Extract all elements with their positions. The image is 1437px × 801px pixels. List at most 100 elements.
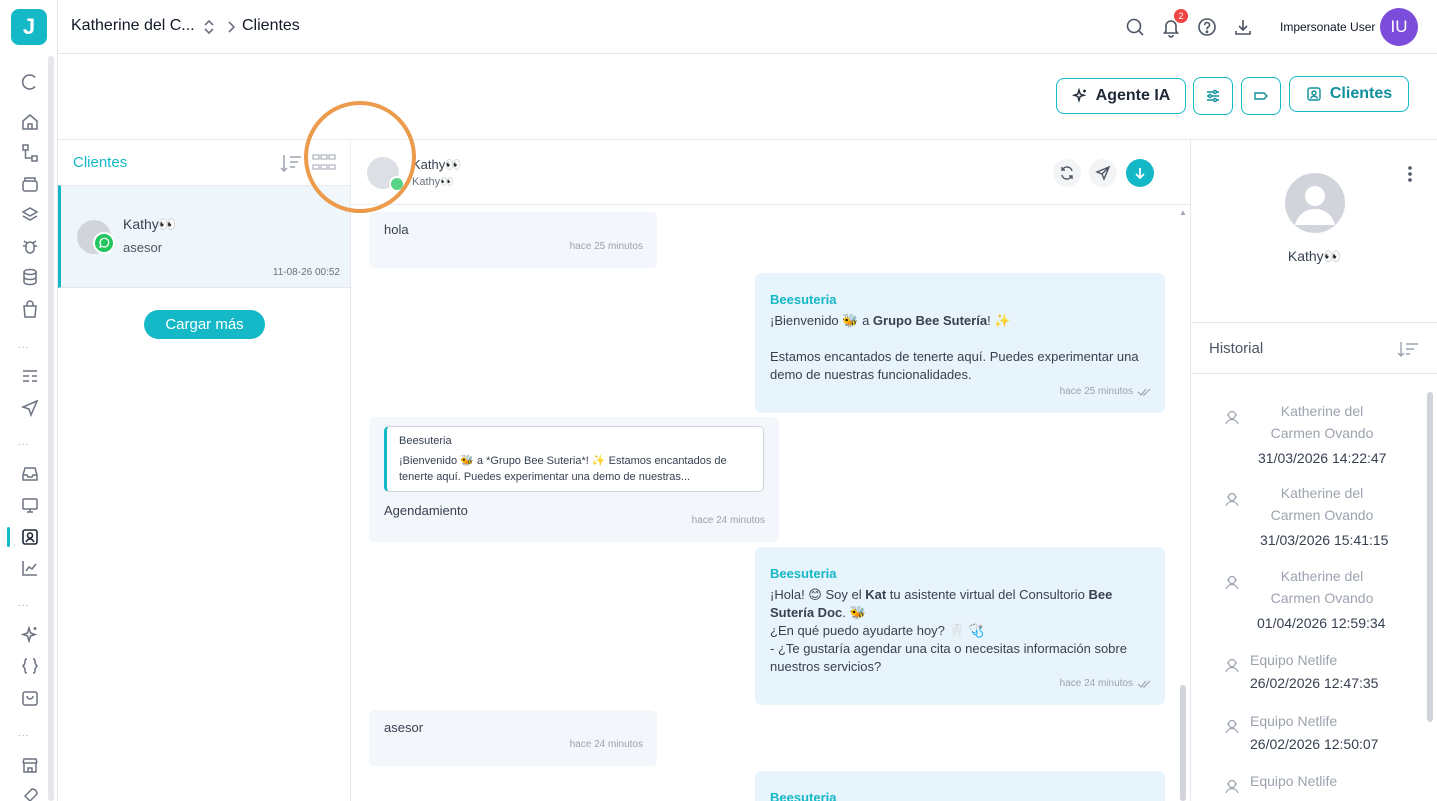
contact-avatar-large: [1285, 173, 1345, 233]
history-header: Historial: [1191, 322, 1437, 374]
user-avatar[interactable]: IU: [1380, 8, 1418, 46]
history-date: 01/04/2026 12:59:34: [1257, 615, 1386, 631]
load-more-button[interactable]: Cargar más: [144, 310, 265, 339]
contacts-icon: [1307, 87, 1321, 101]
history-agent-name: Equipo Netlife: [1250, 652, 1338, 668]
message-text: hola: [384, 222, 409, 237]
whatsapp-icon: [93, 232, 115, 254]
help-icon[interactable]: [1196, 16, 1218, 38]
rail-scrollbar[interactable]: [48, 56, 54, 801]
user-agent-icon: [1225, 719, 1239, 734]
download-icon[interactable]: [1232, 16, 1254, 38]
arrow-down-icon: [1135, 168, 1145, 180]
message-sender: Beesuteria: [770, 566, 837, 581]
sort-icon[interactable]: [279, 152, 303, 174]
outgoing-message[interactable]: Beesuteria ¡Bienvenido 🐝 a Grupo Bee Sut…: [755, 273, 1165, 413]
outgoing-message[interactable]: Beesuteria: [755, 771, 1165, 801]
tag-button[interactable]: [1241, 77, 1281, 115]
store-bag-icon[interactable]: [20, 688, 40, 708]
tag-icon: [1254, 92, 1268, 100]
history-item[interactable]: Equipo Netlife: [1191, 771, 1427, 801]
chevron-right-icon: [228, 21, 236, 33]
refresh-icon[interactable]: [20, 72, 40, 92]
sparkles-icon: [1071, 88, 1086, 103]
chat-contact-name: Kathy👀: [412, 157, 462, 172]
clients-button-label: Clientes: [1329, 85, 1393, 102]
client-list-item[interactable]: Kathy👀 asesor 11-08-26 00:52: [58, 185, 350, 288]
outgoing-message[interactable]: Beesuteria ¡Hola! 😊 Soy el Kat tu asiste…: [755, 547, 1165, 705]
archive-icon[interactable]: [20, 174, 40, 194]
user-agent-icon: [1225, 779, 1239, 794]
chart-icon[interactable]: [20, 558, 40, 578]
incoming-message[interactable]: asesor hace 24 minutos: [369, 710, 657, 766]
monitor-icon[interactable]: [20, 495, 40, 515]
incoming-message[interactable]: hola hace 25 minutos: [369, 212, 657, 268]
bag-icon[interactable]: [20, 299, 40, 319]
layout-icon[interactable]: [20, 367, 40, 387]
flow-icon[interactable]: [20, 143, 40, 163]
sliders-icon: [1207, 89, 1219, 103]
grid-view-icon[interactable]: [311, 152, 337, 174]
sort-icon[interactable]: [1397, 339, 1419, 359]
refresh-chat-button[interactable]: [1053, 159, 1081, 187]
history-scrollbar[interactable]: [1427, 392, 1433, 722]
message-time: hace 25 minutos: [569, 241, 643, 252]
contact-name: Kathy👀: [1287, 248, 1342, 264]
layers-icon[interactable]: [20, 205, 40, 225]
code-braces-icon[interactable]: [20, 656, 40, 676]
database-icon[interactable]: [20, 267, 40, 287]
sparkles-icon[interactable]: [20, 625, 40, 645]
contacts-icon[interactable]: [20, 527, 40, 547]
bug-icon[interactable]: [20, 236, 40, 256]
rail-separator: ...: [18, 340, 30, 351]
history-title: Historial: [1209, 340, 1264, 357]
agent-ia-button[interactable]: Agente IA: [1056, 78, 1186, 114]
client-list-title: Clientes: [73, 154, 128, 171]
message-text: ¡Bienvenido 🐝 a Grupo Bee Sutería! ✨: [770, 313, 1011, 328]
history-agent-name: Katherine del Carmen Ovando: [1270, 403, 1374, 441]
history-item[interactable]: Katherine del Carmen Ovando 31/03/2026 14…: [1191, 402, 1427, 482]
home-icon[interactable]: [20, 112, 40, 132]
chat-scrollbar-thumb[interactable]: [1180, 685, 1186, 801]
send-template-button[interactable]: [1089, 159, 1117, 187]
rail-separator: ...: [18, 437, 30, 448]
client-last-message: asesor: [123, 240, 163, 255]
incoming-message[interactable]: Beesuteria ¡Bienvenido 🐝 a *Grupo Bee Su…: [369, 417, 779, 542]
app-logo[interactable]: J: [11, 9, 47, 45]
shop-icon[interactable]: [20, 755, 40, 775]
quoted-message[interactable]: Beesuteria ¡Bienvenido 🐝 a *Grupo Bee Su…: [384, 426, 764, 492]
message-time: hace 24 minutos: [1060, 675, 1151, 693]
history-agent-name: Katherine del Carmen Ovando: [1270, 485, 1374, 523]
history-item[interactable]: Katherine del Carmen Ovando 31/03/2026 15…: [1191, 484, 1427, 564]
user-agent-icon: [1225, 492, 1239, 507]
history-item[interactable]: Equipo Netlife 26/02/2026 12:47:35: [1191, 650, 1427, 708]
message-time: hace 24 minutos: [569, 739, 643, 750]
history-item[interactable]: Katherine del Carmen Ovando 01/04/2026 12…: [1191, 567, 1427, 647]
history-item[interactable]: Equipo Netlife 26/02/2026 12:50:07: [1191, 711, 1427, 769]
client-name: Kathy👀: [123, 216, 177, 232]
message-sender: Beesuteria: [770, 292, 837, 307]
whatsapp-icon: [389, 176, 405, 192]
chat-messages[interactable]: ▲ hola hace 25 minutos Beesuteria ¡Bienv…: [351, 205, 1190, 801]
double-check-icon: [1137, 388, 1151, 396]
workspace-name[interactable]: Katherine del C...: [71, 17, 195, 35]
quoted-sender: Beesuteria: [399, 435, 452, 447]
search-icon[interactable]: [1124, 16, 1146, 38]
history-date: 26/02/2026 12:50:07: [1250, 736, 1379, 752]
notification-badge: 2: [1174, 9, 1188, 23]
quoted-text: ¡Bienvenido 🐝 a *Grupo Bee Suteria*! ✨ E…: [399, 455, 727, 483]
filters-button[interactable]: [1193, 77, 1233, 115]
chevron-up-down-icon[interactable]: [201, 17, 217, 37]
send-icon[interactable]: [20, 398, 40, 418]
scroll-down-button[interactable]: [1126, 159, 1154, 187]
clients-button[interactable]: Clientes: [1289, 76, 1409, 112]
scroll-up-arrow[interactable]: ▲: [1179, 208, 1187, 217]
inbox-icon[interactable]: [20, 464, 40, 484]
impersonate-user-label[interactable]: Impersonate User: [1280, 20, 1375, 34]
more-options-icon[interactable]: [1405, 164, 1415, 184]
rocket-icon[interactable]: [20, 786, 40, 801]
rail-separator: ...: [18, 598, 30, 609]
history-date: 26/02/2026 12:47:35: [1250, 675, 1379, 691]
history-agent-name: Katherine del Carmen Ovando: [1270, 568, 1374, 606]
refresh-icon: [1061, 166, 1073, 180]
